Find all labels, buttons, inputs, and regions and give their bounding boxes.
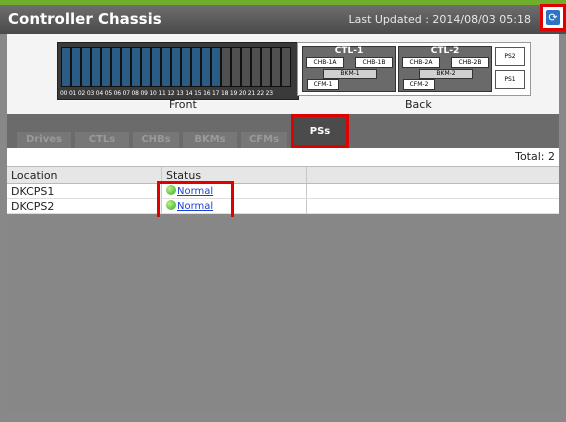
back-label: Back [405,98,432,111]
tab-drives[interactable]: Drives [17,132,71,148]
drive-slot-empty [281,47,291,87]
tab-pss[interactable]: PSs [291,114,349,148]
drive-slot [81,47,91,87]
drive-slot [111,47,121,87]
ps2-unit: PS2 [495,47,525,66]
drive-slot [171,47,181,87]
cfm-2: CFM-2 [403,79,435,90]
status-highlight-box [157,181,234,220]
drive-slot [181,47,191,87]
drive-slot [101,47,111,87]
table-row[interactable]: DKCPS2 Normal [7,199,559,214]
drive-slot-empty [261,47,271,87]
chb-2b: CHB-2B [451,57,489,68]
last-updated-text: Last Updated : 2014/08/03 05:18 [348,13,531,26]
ps1-unit: PS1 [495,70,525,89]
slot-numbers: 00 01 02 03 04 05 06 07 08 09 10 11 12 1… [60,90,273,97]
front-label: Front [169,98,197,111]
drive-slot [201,47,211,87]
drive-slot [131,47,141,87]
row-empty-cell [307,184,559,198]
chb-1b: CHB-1B [355,57,393,68]
front-view-image: 00 01 02 03 04 05 06 07 08 09 10 11 12 1… [57,42,299,100]
total-count: Total: 2 [515,150,555,163]
drive-slot [151,47,161,87]
drive-slot-empty [251,47,261,87]
drive-slot [71,47,81,87]
bkm-1: BKM-1 [323,69,377,79]
column-header-location[interactable]: Location [7,167,162,183]
table-row[interactable]: DKCPS1 Normal [7,184,559,199]
bkm-2: BKM-2 [419,69,473,79]
drive-slot [91,47,101,87]
drive-slot-empty [221,47,231,87]
drive-slot [121,47,131,87]
row-location: DKCPS1 [7,184,162,198]
drive-slot [191,47,201,87]
ctl-2-label: CTL-2 [430,46,460,56]
drive-slot-empty [231,47,241,87]
drive-slot [61,47,71,87]
refresh-icon: ⟳ [546,10,560,25]
tab-ctls[interactable]: CTLs [75,132,129,148]
chb-2a: CHB-2A [402,57,440,68]
chb-1a: CHB-1A [306,57,344,68]
table-header: Location Status [7,166,559,184]
tab-cfms[interactable]: CFMs [241,132,287,148]
tab-chbs[interactable]: CHBs [133,132,179,148]
drive-slot [161,47,171,87]
tab-bkms[interactable]: BKMs [183,132,237,148]
tab-bar: Drives CTLs CHBs BKMs CFMs PSs [7,114,559,148]
back-view-image: CTL-1 CHB-1A CHB-1B BKM-1 CFM-1 CTL-2 CH… [297,42,531,96]
empty-area [7,217,559,412]
window-title: Controller Chassis [8,10,162,28]
drive-slot [141,47,151,87]
cfm-1: CFM-1 [307,79,339,90]
refresh-button[interactable]: ⟳ [540,4,566,31]
drive-slot-empty [271,47,281,87]
row-empty-cell [307,199,559,213]
total-bar: Total: 2 [7,148,559,166]
ctl-2-module: CTL-2 CHB-2A CHB-2B BKM-2 CFM-2 [398,46,492,92]
title-bar: Controller Chassis Last Updated : 2014/0… [0,5,566,34]
column-header-empty [307,167,559,183]
drive-slot [211,47,221,87]
ctl-1-label: CTL-1 [334,46,364,56]
drive-slot-empty [241,47,251,87]
chassis-panel: 00 01 02 03 04 05 06 07 08 09 10 11 12 1… [7,34,559,114]
row-location: DKCPS2 [7,199,162,213]
ctl-1-module: CTL-1 CHB-1A CHB-1B BKM-1 CFM-1 [302,46,396,92]
